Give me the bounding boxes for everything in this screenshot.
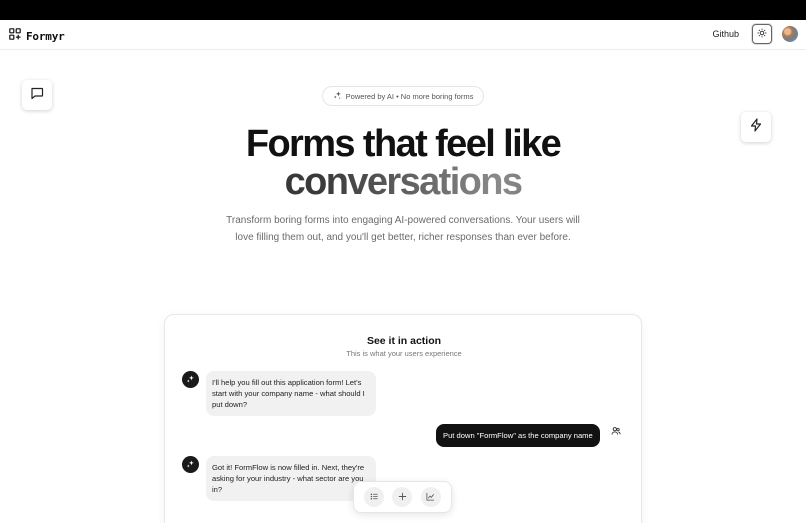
hero-title-line-2: conversations: [0, 163, 806, 201]
grid-plus-icon: [9, 27, 21, 45]
hero-subtitle: Transform boring forms into engaging AI-…: [226, 215, 580, 243]
navbar: Formyr Github: [0, 20, 806, 50]
bot-avatar: [182, 456, 199, 473]
list-icon: [370, 488, 379, 506]
user-avatar[interactable]: [782, 26, 798, 42]
brand-name: Formyr: [26, 29, 65, 43]
hero-title-line-1: Forms that feel like: [245, 123, 562, 165]
message-square-icon: [30, 86, 44, 105]
demo-toolbar: [353, 481, 452, 513]
chat-message-user: Put down "FormFlow" as the company name: [436, 424, 600, 447]
hero-badge: Powered by AI • No more boring forms: [322, 86, 484, 106]
demo-title: See it in action: [366, 335, 442, 347]
nav-actions: Github: [712, 24, 798, 44]
users-icon: [611, 423, 621, 441]
demo-subtitle: This is what your users experience: [346, 349, 462, 358]
chart-icon: [426, 488, 435, 506]
bot-avatar: [182, 371, 199, 388]
chat-float-button[interactable]: [22, 80, 52, 110]
plus-icon: [398, 488, 407, 506]
browser-top-bar: [0, 0, 806, 20]
brand[interactable]: Formyr: [9, 27, 65, 45]
sparkles-icon: [186, 456, 195, 474]
github-link[interactable]: Github: [712, 29, 739, 39]
sparkles-icon: [333, 90, 342, 102]
chat-message-bot: I'll help you fill out this application …: [206, 371, 376, 416]
theme-toggle-button[interactable]: [752, 24, 772, 44]
user-avatar-small: [607, 423, 624, 440]
list-button[interactable]: [364, 487, 385, 507]
chart-button[interactable]: [420, 487, 441, 507]
badge-text: Powered by AI • No more boring forms: [345, 91, 474, 101]
sun-icon: [757, 25, 767, 43]
sparkles-icon: [186, 371, 195, 389]
add-button[interactable]: [392, 487, 413, 507]
chat-message-bot: Got it! FormFlow is now filled in. Next,…: [206, 456, 376, 501]
